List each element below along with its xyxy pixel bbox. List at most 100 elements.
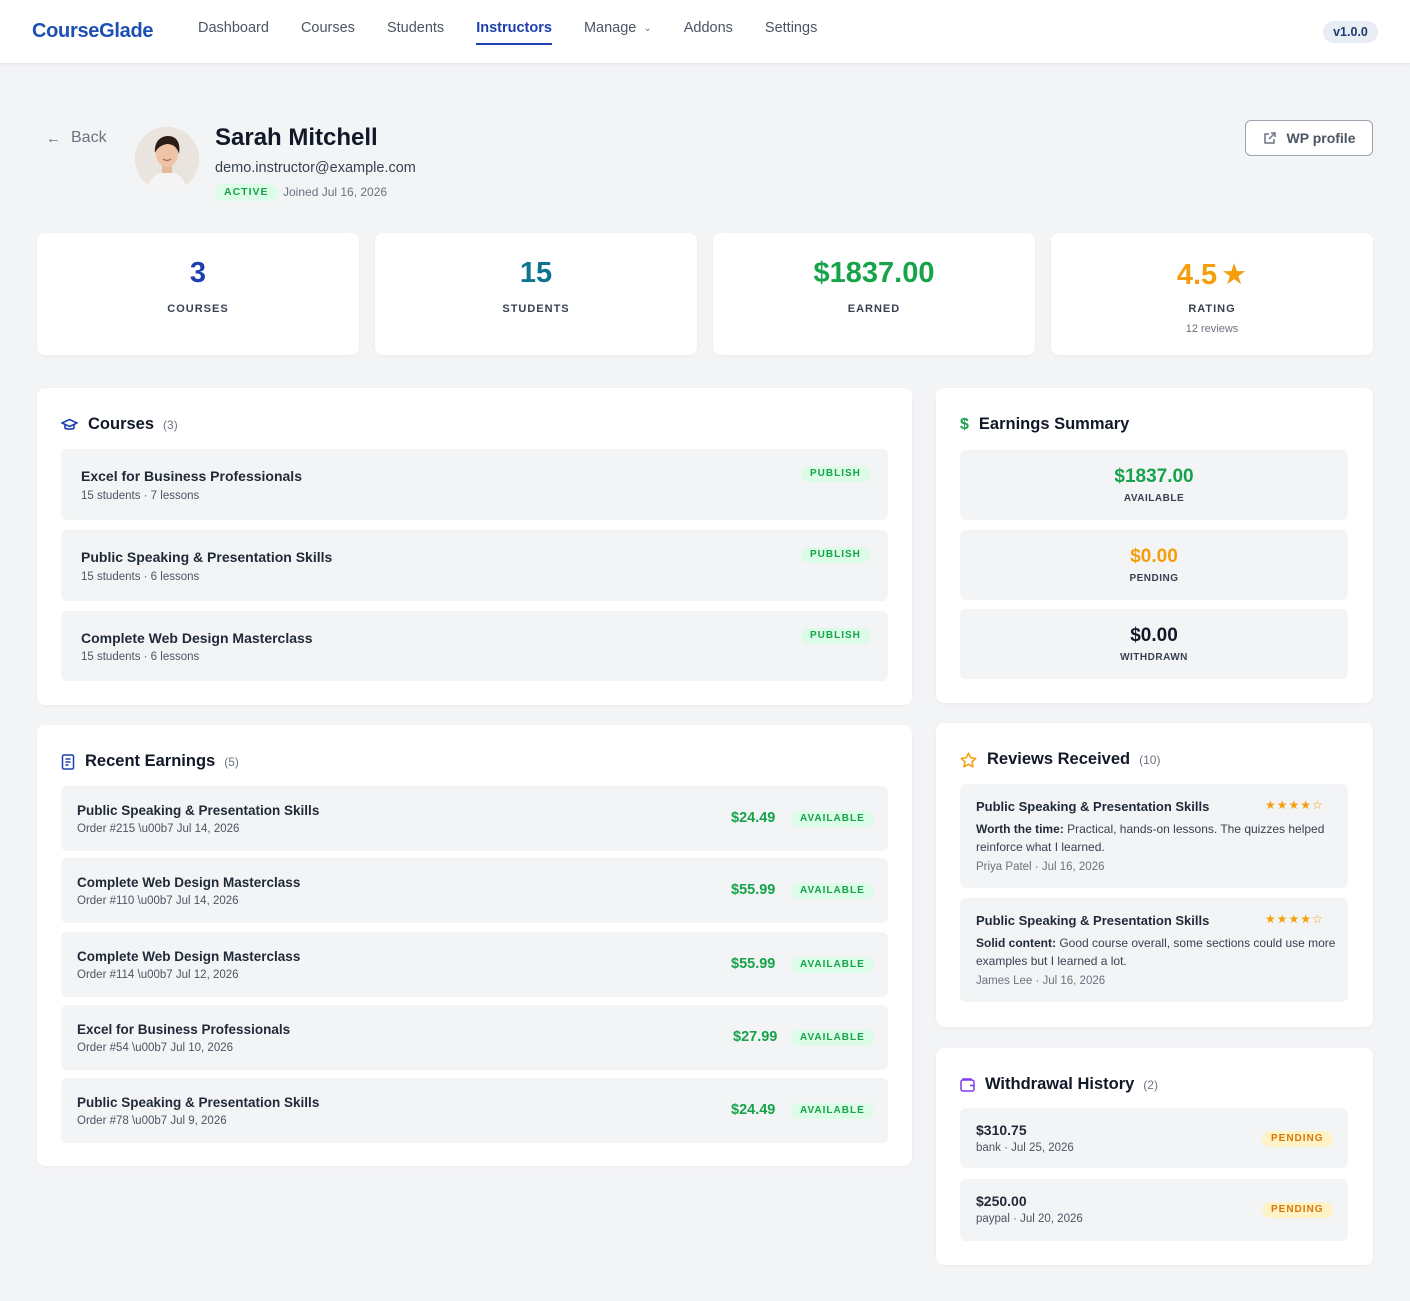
card-title-text: Earnings Summary xyxy=(978,415,1130,433)
star-icon: ★ xyxy=(1221,259,1248,291)
pending-box: $0.00 PENDING xyxy=(960,530,1348,600)
earnings-summary-card: $ Earnings Summary $1837.00 AVAILABLE $0… xyxy=(936,388,1373,703)
earning-row[interactable]: Excel for Business Professionals Order #… xyxy=(61,1005,888,1070)
nav-addons[interactable]: Addons xyxy=(684,0,733,64)
card-title-text: Recent Earnings xyxy=(85,752,216,770)
earning-amount: $24.49 xyxy=(731,810,776,826)
stat-students: 15 STUDENTS xyxy=(375,233,697,355)
wp-profile-button[interactable]: WP profile xyxy=(1245,120,1373,156)
review-author: Priya Patel · Jul 16, 2026 xyxy=(976,861,1105,873)
review-headline: Solid content: xyxy=(976,936,1056,950)
nav-students[interactable]: Students xyxy=(387,0,444,64)
graduation-cap-icon xyxy=(61,418,78,432)
earning-order: Order #78 \u00b7 Jul 9, 2026 xyxy=(77,1115,227,1127)
avatar xyxy=(135,127,199,191)
withdrawal-amount: $250.00 xyxy=(976,1193,1027,1209)
course-row[interactable]: Public Speaking & Presentation Skills 15… xyxy=(61,530,888,601)
earning-course: Excel for Business Professionals xyxy=(77,1022,291,1037)
course-title: Excel for Business Professionals xyxy=(81,468,302,484)
earning-order: Order #114 \u00b7 Jul 12, 2026 xyxy=(77,969,239,981)
instructor-email: demo.instructor@example.com xyxy=(215,160,416,176)
nav-label: Settings xyxy=(764,20,818,36)
course-title: Complete Web Design Masterclass xyxy=(81,630,313,646)
review-course: Public Speaking & Presentation Skills xyxy=(976,913,1210,928)
withdrawn-box: $0.00 WITHDRAWN xyxy=(960,609,1348,679)
earning-row[interactable]: Complete Web Design Masterclass Order #1… xyxy=(61,932,888,997)
nav-manage[interactable]: Manage ⌄ xyxy=(584,0,652,64)
wp-profile-label: WP profile xyxy=(1286,130,1356,146)
course-meta: 15 students · 7 lessons xyxy=(81,490,200,502)
available-label: AVAILABLE xyxy=(1123,493,1185,504)
status-badge: PENDING xyxy=(1262,1202,1333,1218)
recent-earnings-heading: Recent Earnings (5) xyxy=(61,752,239,771)
earning-amount: $55.99 xyxy=(731,956,776,972)
card-count: (3) xyxy=(163,417,178,432)
course-row[interactable]: Complete Web Design Masterclass 15 stude… xyxy=(61,611,888,681)
stat-courses: 3 COURSES xyxy=(37,233,359,355)
earning-order: Order #54 \u00b7 Jul 10, 2026 xyxy=(77,1042,234,1054)
instructor-name: Sarah Mitchell xyxy=(215,124,378,151)
nav-label: Courses xyxy=(300,20,355,36)
stat-label: STUDENTS xyxy=(502,303,570,315)
earnings-summary-heading: $ Earnings Summary xyxy=(960,415,1129,434)
earning-row[interactable]: Public Speaking & Presentation Skills Or… xyxy=(61,1078,888,1143)
stat-value: 4.5 ★ xyxy=(1051,257,1373,292)
status-badge: PENDING xyxy=(1262,1131,1333,1147)
earning-order: Order #110 \u00b7 Jul 14, 2026 xyxy=(77,895,239,907)
status-badge: AVAILABLE xyxy=(791,1030,874,1046)
back-button[interactable]: ← Back xyxy=(46,129,107,147)
earning-row[interactable]: Complete Web Design Masterclass Order #1… xyxy=(61,858,888,923)
nav-courses[interactable]: Courses xyxy=(301,0,355,64)
review-count: 12 reviews xyxy=(1185,323,1239,335)
chevron-down-icon: ⌄ xyxy=(643,23,652,34)
app-logo[interactable]: CourseGlade xyxy=(32,20,153,43)
nav-label: Students xyxy=(386,20,445,36)
withdrawal-row[interactable]: $310.75 bank · Jul 25, 2026 PENDING xyxy=(960,1108,1348,1168)
stat-rating: 4.5 ★ RATING 12 reviews xyxy=(1051,233,1373,355)
stat-earned: $1837.00 EARNED xyxy=(713,233,1035,355)
course-row[interactable]: Excel for Business Professionals 15 stud… xyxy=(61,449,888,520)
wallet-icon xyxy=(960,1077,975,1092)
earning-row[interactable]: Public Speaking & Presentation Skills Or… xyxy=(61,786,888,851)
rating-stars-icon: ★★★★☆ xyxy=(1265,798,1324,812)
withdrawal-row[interactable]: $250.00 paypal · Jul 20, 2026 PENDING xyxy=(960,1179,1348,1241)
nav-settings[interactable]: Settings xyxy=(765,0,817,64)
earning-course: Public Speaking & Presentation Skills xyxy=(77,1095,320,1110)
earning-amount: $27.99 xyxy=(733,1029,778,1045)
withdrawal-history-card: Withdrawal History (2) $310.75 bank · Ju… xyxy=(936,1048,1373,1265)
reviews-heading: Reviews Received (10) xyxy=(960,750,1160,769)
card-title-text: Courses xyxy=(88,415,155,433)
stat-value: 15 xyxy=(519,257,553,289)
earning-amount: $24.49 xyxy=(731,1102,776,1118)
card-title-text: Withdrawal History xyxy=(985,1075,1135,1093)
nav-label: Addons xyxy=(683,20,733,36)
status-badge: AVAILABLE xyxy=(791,811,874,827)
stat-value: $1837.00 xyxy=(813,257,935,289)
stat-label: RATING xyxy=(1188,303,1236,315)
back-label: Back xyxy=(71,129,107,146)
stat-label: EARNED xyxy=(847,303,901,315)
nav-instructors[interactable]: Instructors xyxy=(476,0,552,64)
receipt-icon xyxy=(61,753,75,770)
earning-course: Complete Web Design Masterclass xyxy=(77,949,301,964)
version-badge: v1.0.0 xyxy=(1323,21,1378,43)
earning-order: Order #215 \u00b7 Jul 14, 2026 xyxy=(77,823,240,835)
status-badge: AVAILABLE xyxy=(791,957,874,973)
recent-earnings-card: Recent Earnings (5) Public Speaking & Pr… xyxy=(37,725,912,1166)
earning-course: Public Speaking & Presentation Skills xyxy=(77,803,320,818)
card-count: (5) xyxy=(224,754,239,769)
reviews-card: Reviews Received (10) Public Speaking & … xyxy=(936,723,1373,1027)
status-badge: AVAILABLE xyxy=(791,1103,874,1119)
earning-course: Complete Web Design Masterclass xyxy=(77,875,301,890)
withdrawn-label: WITHDRAWN xyxy=(1120,652,1188,663)
main-nav: Dashboard Courses Students Instructors M… xyxy=(198,0,849,64)
card-count: (10) xyxy=(1139,752,1161,767)
nav-dashboard[interactable]: Dashboard xyxy=(198,0,269,64)
card-title-text: Reviews Received xyxy=(987,750,1131,768)
status-badge: AVAILABLE xyxy=(791,883,874,899)
withdrawal-meta: bank · Jul 25, 2026 xyxy=(976,1142,1074,1154)
nav-label: Manage xyxy=(583,20,637,36)
nav-label: Dashboard xyxy=(198,20,269,36)
stat-value: 3 xyxy=(189,257,207,289)
card-count: (2) xyxy=(1143,1077,1158,1092)
